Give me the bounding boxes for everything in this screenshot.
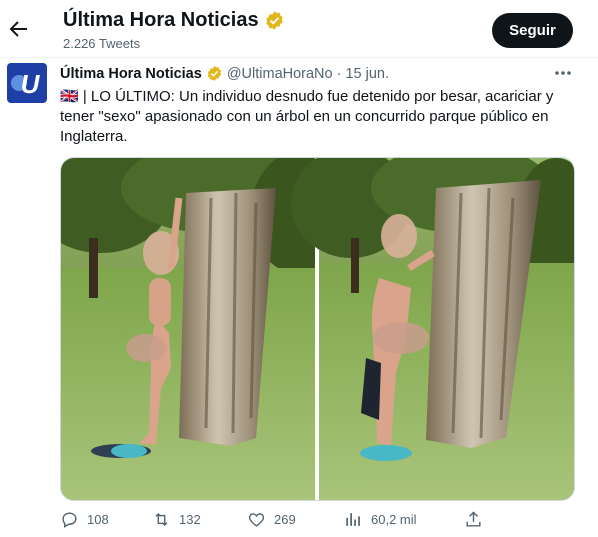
media-photos	[61, 158, 574, 500]
meta-separator: ·	[336, 65, 342, 82]
heart-icon	[248, 513, 265, 527]
retweet-action[interactable]: 132	[152, 510, 201, 529]
like-action[interactable]: 269	[247, 510, 296, 529]
tweet-date[interactable]: 15 jun.	[345, 66, 389, 82]
retweet-count: 132	[179, 512, 201, 527]
share-icon	[466, 511, 481, 527]
more-dots-icon[interactable]	[553, 66, 573, 80]
photo-right	[291, 158, 574, 500]
verified-badge-icon	[265, 11, 283, 30]
verified-badge-icon	[207, 66, 221, 81]
profile-name: Última Hora Noticias	[63, 9, 259, 31]
author-name[interactable]: Última Hora Noticias	[60, 66, 202, 82]
reply-count: 108	[87, 512, 109, 527]
reply-icon	[62, 512, 77, 528]
tweet-text: 🇬🇧 | LO ÚLTIMO: Un individuo desnudo fue…	[60, 87, 575, 147]
views-action[interactable]: 60,2 mil	[344, 510, 417, 529]
tweet-media[interactable]	[60, 157, 575, 501]
like-count: 269	[274, 512, 296, 527]
tweet-actions: 108 132 269 60,2 mil	[60, 510, 580, 534]
profile-title: Última Hora Noticias	[63, 9, 285, 32]
avatar-letter: U	[21, 69, 41, 99]
arrow-left-icon[interactable]	[6, 17, 30, 41]
views-icon	[346, 513, 360, 526]
tweet-count: 2.226 Tweets	[63, 36, 141, 51]
tweet-body: | LO ÚLTIMO: Un individuo desnudo fue de…	[60, 88, 554, 145]
header-divider	[0, 57, 598, 58]
avatar[interactable]: U	[7, 63, 47, 103]
views-count: 60,2 mil	[371, 512, 417, 527]
author-handle[interactable]: @UltimaHoraNo	[227, 66, 333, 82]
share-action[interactable]	[464, 510, 483, 529]
reply-action[interactable]: 108	[60, 510, 109, 529]
retweet-icon	[155, 512, 168, 527]
tweet-meta: Última Hora Noticias @UltimaHoraNo · 15 …	[60, 65, 389, 82]
avatar-logo: U	[7, 63, 47, 103]
follow-button[interactable]: Seguir	[492, 13, 573, 48]
uk-flag-emoji: 🇬🇧	[60, 88, 79, 105]
profile-header: Última Hora Noticias 2.226 Tweets Seguir	[0, 0, 598, 58]
